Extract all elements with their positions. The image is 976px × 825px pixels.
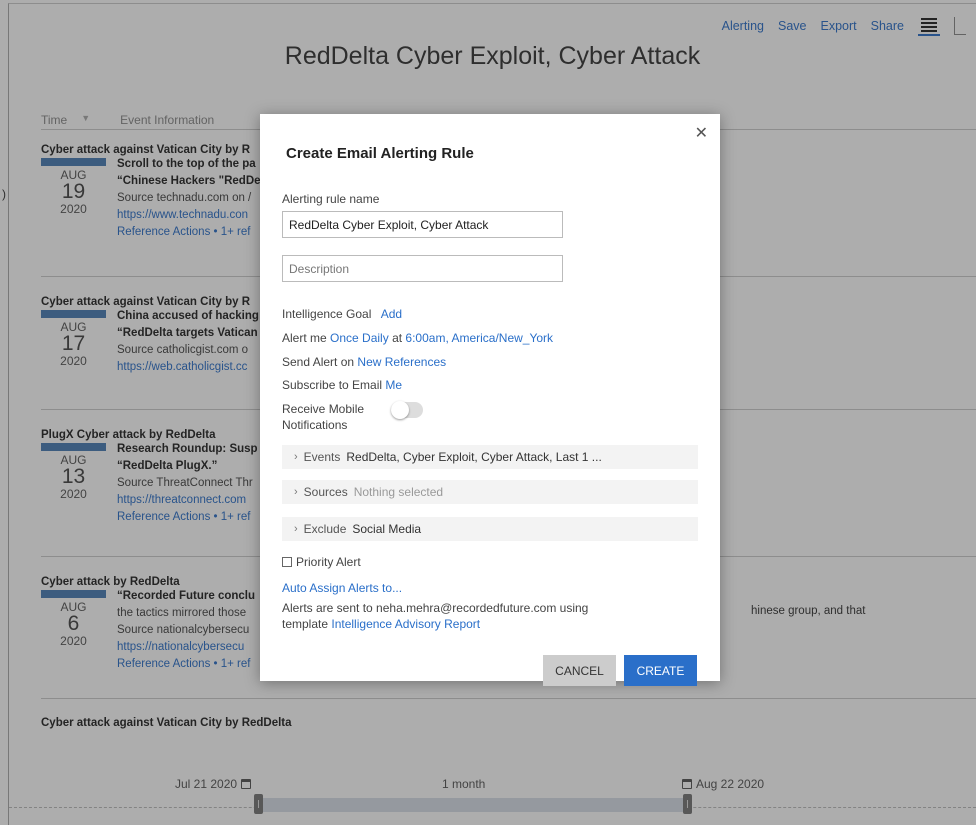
filter-value: Social Media: [352, 522, 422, 536]
rule-name-label: Alerting rule name: [282, 192, 380, 206]
chevron-right-icon: ›: [294, 486, 298, 498]
cancel-button[interactable]: CANCEL: [543, 655, 616, 686]
filter-key: Events: [303, 450, 341, 464]
template-label: template: [282, 617, 329, 631]
dialog-title: Create Email Alerting Rule: [286, 145, 474, 162]
toggle-knob: [391, 401, 409, 419]
rule-name-input[interactable]: [282, 211, 563, 238]
mobile-notifications-toggle[interactable]: [391, 401, 423, 419]
close-icon[interactable]: ✕: [695, 123, 708, 143]
alert-frequency-link[interactable]: Once Daily: [330, 331, 389, 345]
filter-row-events[interactable]: › Events RedDelta, Cyber Exploit, Cyber …: [282, 445, 698, 469]
alert-time-link[interactable]: 6:00am,: [405, 331, 448, 345]
sent-to-info: Alerts are sent to neha.mehra@recordedfu…: [282, 600, 588, 632]
priority-alert-row[interactable]: Priority Alert: [282, 555, 361, 569]
sent-to-text: Alerts are sent to neha.mehra@recordedfu…: [282, 601, 589, 615]
filter-row-exclude[interactable]: › Exclude Social Media: [282, 517, 698, 541]
mobile-notifications-label: Receive Mobile Notifications: [282, 402, 365, 432]
alert-schedule-row: Alert me Once Daily at 6:00am, America/N…: [282, 331, 553, 345]
subscribe-link[interactable]: Me: [385, 378, 402, 392]
description-input[interactable]: [282, 255, 563, 282]
send-alert-link[interactable]: New References: [357, 355, 446, 369]
intel-goal-row: Intelligence Goal Add: [282, 307, 402, 321]
alert-me-label: Alert me: [282, 331, 327, 345]
template-link[interactable]: Intelligence Advisory Report: [331, 617, 480, 631]
send-alert-label: Send Alert on: [282, 355, 355, 369]
chevron-right-icon: ›: [294, 451, 298, 463]
filter-row-sources[interactable]: › Sources Nothing selected: [282, 480, 698, 504]
filter-key: Sources: [303, 485, 348, 499]
intel-goal-label: Intelligence Goal: [282, 307, 372, 321]
alert-at-label: at: [392, 331, 403, 345]
priority-alert-checkbox[interactable]: [282, 557, 292, 567]
filter-value: RedDelta, Cyber Exploit, Cyber Attack, L…: [346, 450, 602, 464]
subscribe-label: Subscribe to Email: [282, 378, 383, 392]
auto-assign-link[interactable]: Auto Assign Alerts to...: [282, 581, 402, 595]
alert-rule-dialog: ✕ Create Email Alerting Rule Alerting ru…: [260, 114, 720, 686]
send-alert-row: Send Alert on New References: [282, 355, 446, 369]
filter-value: Nothing selected: [353, 485, 444, 499]
create-button[interactable]: CREATE: [624, 655, 697, 686]
priority-alert-label: Priority Alert: [296, 555, 361, 569]
alert-timezone-link[interactable]: America/New_York: [451, 331, 553, 345]
filter-key: Exclude: [303, 522, 347, 536]
subscribe-row: Subscribe to Email Me: [282, 378, 402, 392]
chevron-right-icon: ›: [294, 523, 298, 535]
intel-goal-add-link[interactable]: Add: [381, 307, 402, 321]
